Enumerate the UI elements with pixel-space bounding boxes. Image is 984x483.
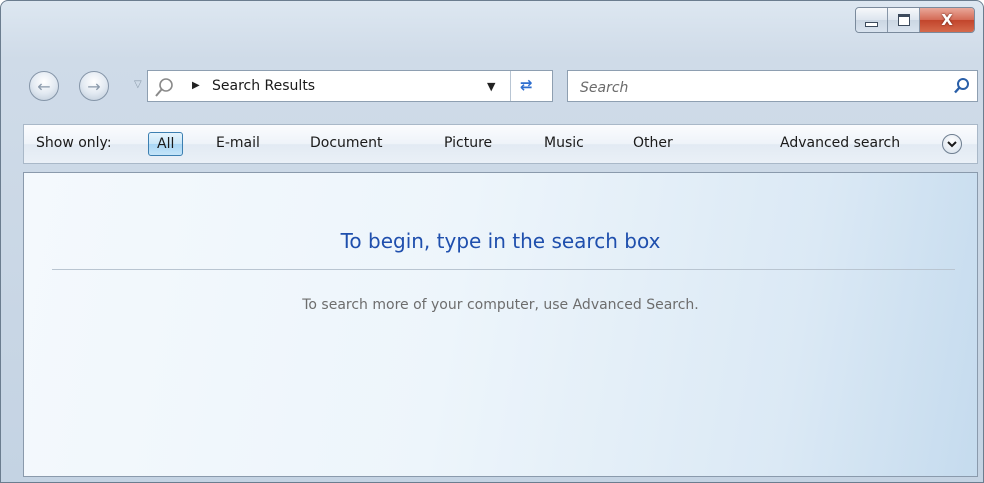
maximize-icon bbox=[897, 14, 910, 26]
maximize-button[interactable] bbox=[888, 8, 920, 32]
heading-divider bbox=[52, 269, 955, 270]
close-button[interactable]: X bbox=[920, 8, 974, 32]
chevron-down-icon: ▽ bbox=[134, 79, 142, 90]
advanced-search-hint: To search more of your computer, use Adv… bbox=[302, 297, 699, 313]
back-button[interactable]: ← bbox=[29, 71, 59, 101]
chevron-down-icon bbox=[947, 141, 957, 148]
address-divider bbox=[510, 71, 511, 101]
forward-button[interactable]: → bbox=[79, 71, 109, 101]
filter-all-button[interactable]: All bbox=[148, 132, 184, 156]
results-pane: To begin, type in the search box To sear… bbox=[23, 172, 978, 477]
filter-email-button[interactable]: E-mail bbox=[216, 135, 260, 151]
refresh-icon[interactable]: ⇄ bbox=[520, 76, 533, 94]
breadcrumb-arrow-icon[interactable]: ▶ bbox=[192, 80, 200, 91]
search-input[interactable] bbox=[578, 77, 942, 99]
minimize-icon bbox=[865, 21, 878, 27]
search-box[interactable] bbox=[567, 70, 978, 102]
close-icon: X bbox=[941, 11, 953, 29]
forward-arrow-icon: → bbox=[87, 76, 101, 96]
advanced-search-button[interactable]: Advanced search bbox=[780, 135, 900, 151]
explorer-window: X ← → ▽ ▶ Search Results ▼ ⇄ Show bbox=[0, 0, 984, 483]
empty-state-heading: To begin, type in the search box bbox=[340, 229, 661, 253]
show-only-label: Show only: bbox=[36, 135, 112, 151]
minimize-button[interactable] bbox=[856, 8, 888, 32]
address-bar[interactable]: ▶ Search Results ▼ ⇄ bbox=[147, 70, 553, 102]
magnifier-icon[interactable] bbox=[953, 77, 971, 95]
filter-picture-button[interactable]: Picture bbox=[444, 135, 492, 151]
back-arrow-icon: ← bbox=[37, 76, 51, 96]
recent-pages-dropdown[interactable]: ▽ bbox=[134, 79, 142, 90]
filter-bar: Show only: All E-mail Document Picture M… bbox=[23, 124, 978, 164]
caption-buttons: X bbox=[855, 7, 975, 33]
search-folder-icon bbox=[155, 78, 173, 97]
address-dropdown-icon[interactable]: ▼ bbox=[487, 80, 495, 93]
filter-other-button[interactable]: Other bbox=[633, 135, 673, 151]
filter-document-button[interactable]: Document bbox=[310, 135, 383, 151]
advanced-search-toggle[interactable] bbox=[942, 134, 962, 154]
title-bar[interactable]: X bbox=[1, 1, 983, 49]
filter-music-button[interactable]: Music bbox=[544, 135, 584, 151]
breadcrumb[interactable]: Search Results bbox=[212, 78, 315, 94]
